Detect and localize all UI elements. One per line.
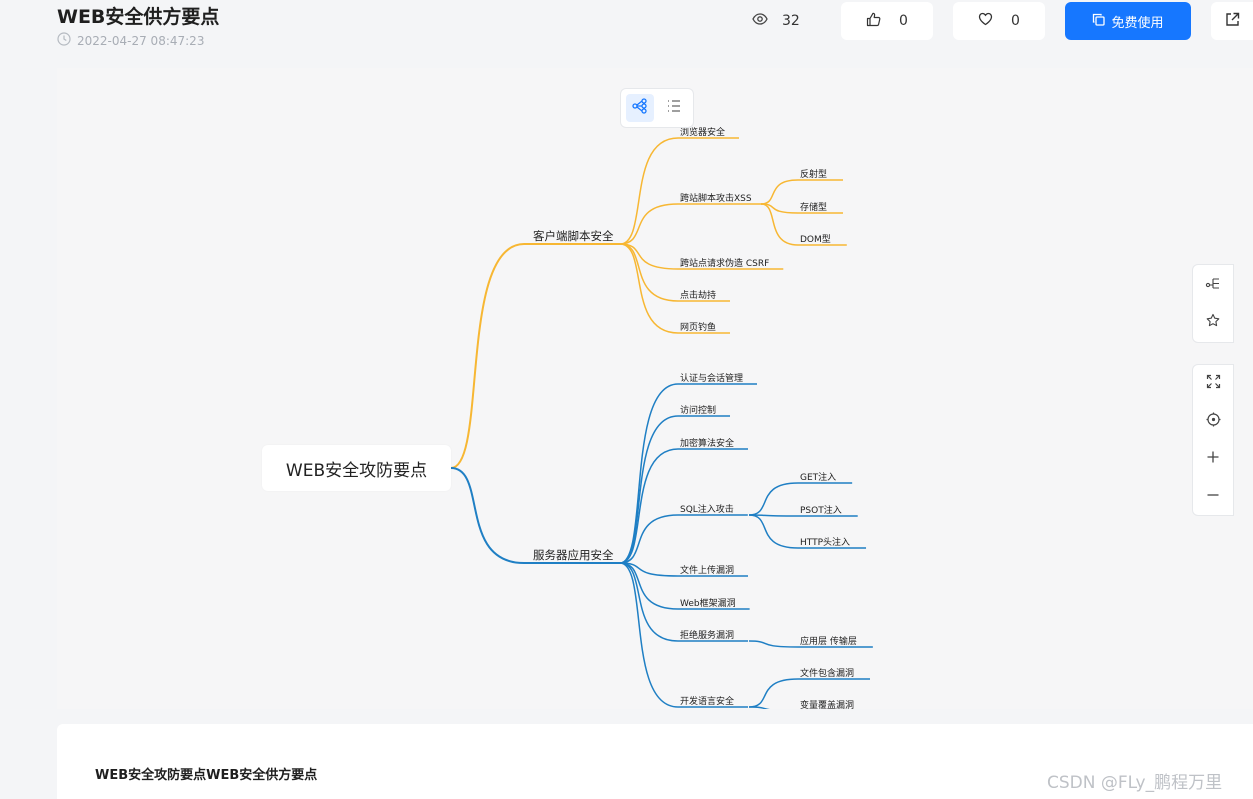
copy-icon xyxy=(1092,13,1106,30)
child-node[interactable]: 认证与会话管理 xyxy=(680,371,743,384)
grandchild-node[interactable]: 变量覆盖漏洞 xyxy=(800,698,854,709)
child-node[interactable]: 跨站点请求伪造 CSRF xyxy=(680,256,769,269)
fit-screen-button[interactable] xyxy=(1199,370,1227,398)
zoom-in-button[interactable] xyxy=(1199,445,1227,473)
child-connector xyxy=(619,562,679,642)
grandchild-node[interactable]: 文件包含漏洞 xyxy=(800,666,854,679)
zoom-toolbar xyxy=(1192,364,1234,516)
like-count: 0 xyxy=(899,13,908,29)
child-node[interactable]: 跨站脚本攻击XSS xyxy=(680,191,752,204)
branch-connector xyxy=(450,467,525,564)
child-node[interactable]: 网页钓鱼 xyxy=(680,320,716,333)
child-node[interactable]: 文件上传漏洞 xyxy=(680,563,734,576)
branch-node[interactable]: 客户端脚本安全 xyxy=(533,228,614,244)
publish-datetime: 2022-04-27 08:47:23 xyxy=(57,32,204,49)
favorite-count: 0 xyxy=(1011,13,1020,29)
watermark: CSDN @FLy_鹏程万里 xyxy=(1047,773,1223,793)
free-use-button[interactable]: 免费使用 xyxy=(1065,2,1191,40)
grandchild-node[interactable]: 应用层 传输层 xyxy=(800,634,857,647)
child-connector xyxy=(619,383,679,564)
layout-button[interactable] xyxy=(1199,270,1227,298)
datetime-text: 2022-04-27 08:47:23 xyxy=(77,33,205,48)
external-link-icon xyxy=(1225,12,1240,31)
thumbs-up-icon xyxy=(866,12,881,31)
eye-icon xyxy=(752,13,768,29)
fit-screen-icon xyxy=(1206,374,1221,393)
clock-icon xyxy=(57,32,71,49)
child-node[interactable]: 加密算法安全 xyxy=(680,436,734,449)
zoom-in-icon xyxy=(1206,449,1220,468)
grandchild-node[interactable]: 存储型 xyxy=(800,200,827,213)
grandchild-node[interactable]: 反射型 xyxy=(800,167,827,180)
heart-icon xyxy=(978,12,993,30)
child-connector xyxy=(619,448,679,564)
style-icon xyxy=(1205,313,1221,333)
mindmap-canvas[interactable]: 客户端脚本安全 浏览器安全 跨站脚本攻击XSS 反射型 存储型 DOM型 跨站点请求伪造 C… xyxy=(57,68,1253,709)
child-node[interactable]: 开发语言安全 xyxy=(680,694,734,707)
share-button[interactable] xyxy=(1211,2,1253,40)
mindmap-root-node[interactable]: WEB安全攻防要点 xyxy=(262,445,451,491)
child-connector xyxy=(619,137,679,245)
top-bar: WEB安全供方要点 2022-04-27 08:47:23 32 0 0 免费使… xyxy=(0,0,1253,62)
zoom-out-icon xyxy=(1206,487,1220,506)
grandchild-connector xyxy=(748,514,799,549)
grandchild-connector xyxy=(748,678,799,708)
view-toggle xyxy=(620,88,694,128)
mindmap-view-button[interactable] xyxy=(626,94,654,122)
grandchild-node[interactable]: PSOT注入 xyxy=(800,503,842,516)
child-connector xyxy=(619,562,679,708)
grandchild-connector xyxy=(760,203,799,246)
branch-connector xyxy=(450,243,525,469)
branch-node[interactable]: 服务器应用安全 xyxy=(533,547,614,563)
child-connector xyxy=(619,243,679,334)
locate-icon xyxy=(1206,412,1221,431)
locate-button[interactable] xyxy=(1199,407,1227,435)
child-connector xyxy=(619,415,679,564)
child-node[interactable]: SQL注入攻击 xyxy=(680,502,734,515)
description-title: WEB安全攻防要点WEB安全供方要点 xyxy=(95,768,318,783)
child-connector xyxy=(619,243,679,302)
child-connector xyxy=(619,203,679,245)
favorite-button[interactable]: 0 xyxy=(953,2,1045,40)
grandchild-connector xyxy=(748,482,799,516)
grandchild-connector xyxy=(760,179,799,205)
child-node[interactable]: 点击劫持 xyxy=(680,288,716,301)
zoom-out-button[interactable] xyxy=(1199,482,1227,510)
outline-view-icon xyxy=(666,98,682,118)
mindmap-connectors xyxy=(450,137,873,709)
style-toolbar xyxy=(1192,264,1234,343)
grandchild-node[interactable]: HTTP头注入 xyxy=(800,535,850,548)
page-title: WEB安全供方要点 xyxy=(57,6,220,28)
grandchild-node[interactable]: DOM型 xyxy=(800,232,831,245)
grandchild-node[interactable]: GET注入 xyxy=(800,470,836,483)
like-button[interactable]: 0 xyxy=(841,2,933,40)
style-button[interactable] xyxy=(1199,309,1227,337)
free-use-label: 免费使用 xyxy=(1111,15,1164,31)
view-count: 32 xyxy=(752,2,800,40)
child-node[interactable]: Web框架漏洞 xyxy=(680,596,736,609)
child-node[interactable]: 访问控制 xyxy=(680,403,716,416)
outline-view-button[interactable] xyxy=(660,94,688,122)
grandchild-connector xyxy=(748,706,770,709)
child-node[interactable]: 拒绝服务漏洞 xyxy=(680,628,734,641)
mindmap-view-icon xyxy=(632,98,648,118)
view-count-value: 32 xyxy=(782,13,800,29)
grandchild-connector xyxy=(748,640,799,648)
layout-icon xyxy=(1205,275,1221,294)
